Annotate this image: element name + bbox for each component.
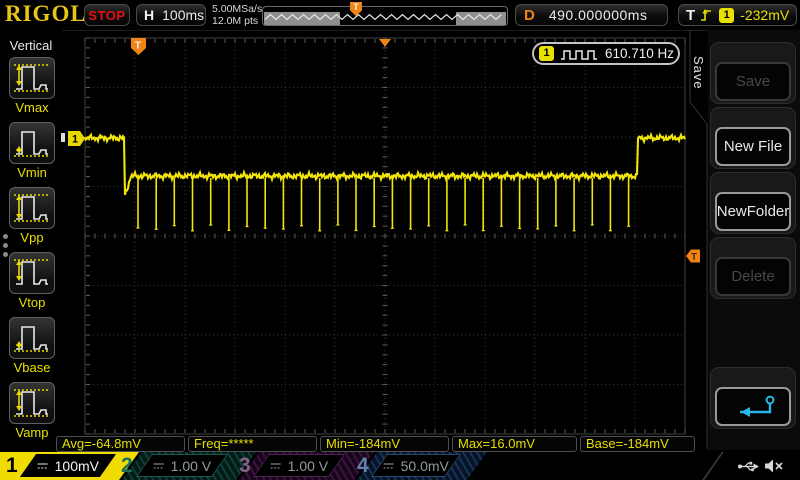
freq-counter-value: 610.710 Hz bbox=[605, 46, 674, 61]
oscilloscope-screen: RIGOL STOP H 100ms 5.00MSa/s 12.0M pts T… bbox=[0, 0, 800, 480]
menu-scroll-indicator bbox=[61, 133, 65, 142]
menu-tab-outline bbox=[690, 30, 707, 449]
trigger-level-marker-icon: T bbox=[686, 250, 700, 264]
frequency-counter-badge: 1 610.710 Hz bbox=[532, 42, 680, 65]
memory-trigger-position-icon: T bbox=[350, 2, 362, 16]
graticule-grid bbox=[85, 38, 685, 434]
waveform-display: 1 T T bbox=[0, 0, 800, 480]
svg-text:T: T bbox=[691, 252, 697, 263]
svg-text:1: 1 bbox=[72, 134, 78, 146]
trigger-time-marker-icon: T bbox=[131, 38, 146, 55]
trigger-center-marker-icon bbox=[379, 39, 391, 47]
ch1-offset-marker: 1 bbox=[68, 131, 85, 146]
square-wave-icon bbox=[560, 47, 598, 61]
freq-counter-channel-badge: 1 bbox=[539, 46, 554, 61]
svg-text:T: T bbox=[135, 40, 142, 52]
